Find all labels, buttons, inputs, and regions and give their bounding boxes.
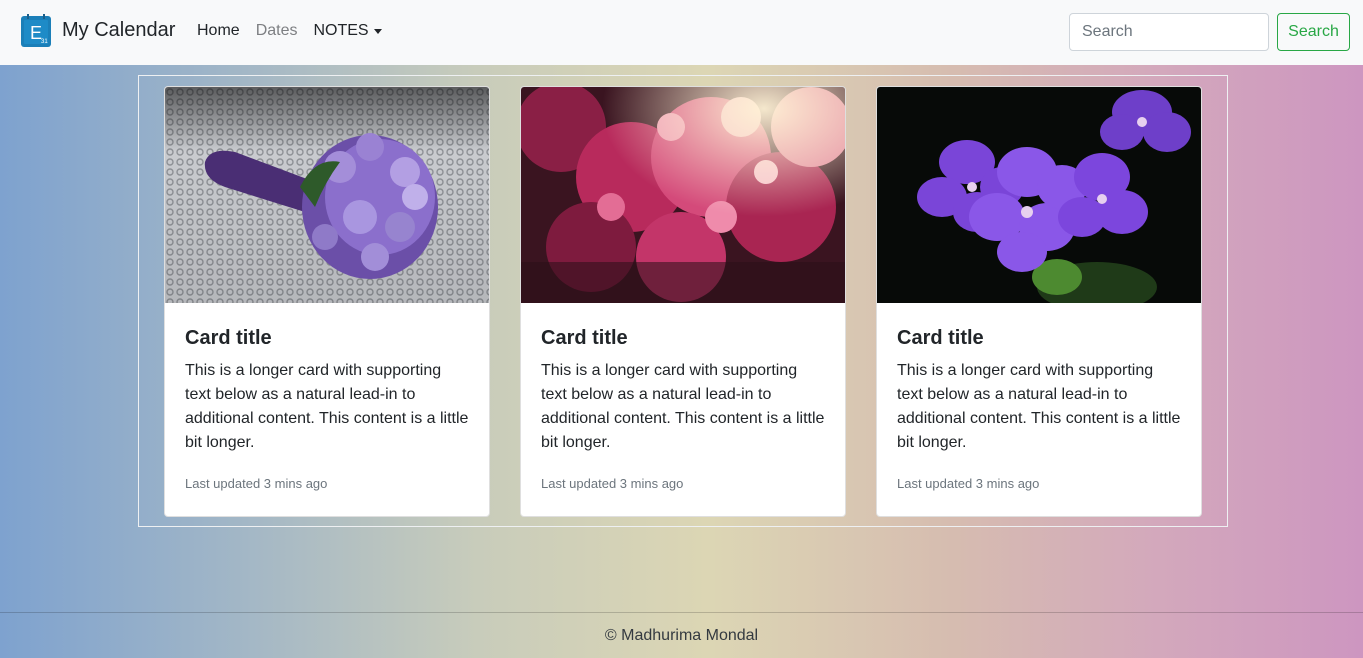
calendar-icon: E 31 <box>21 14 51 47</box>
card-title: Card title <box>185 327 272 349</box>
search-input[interactable] <box>1069 13 1269 51</box>
pink-blossoms-image <box>521 87 845 303</box>
card-text: This is a longer card with supporting te… <box>897 362 1181 451</box>
brand-title[interactable]: My Calendar <box>62 19 175 42</box>
purple-geranium-image <box>877 87 1201 303</box>
svg-text:31: 31 <box>41 39 48 45</box>
card-body: Card title This is a longer card with su… <box>877 303 1201 491</box>
card-updated-text: Last updated 3 mins ago <box>185 476 328 491</box>
card-body: Card title This is a longer card with su… <box>521 303 845 491</box>
card-text: This is a longer card with supporting te… <box>541 362 825 451</box>
nav-link-home[interactable]: Home <box>197 22 240 40</box>
brand[interactable]: E 31 My Calendar <box>21 14 175 47</box>
card-body: Card title This is a longer card with su… <box>165 303 489 491</box>
card-title: Card title <box>541 327 628 349</box>
nav-link-dates[interactable]: Dates <box>256 22 298 40</box>
card-updated-text: Last updated 3 mins ago <box>897 476 1040 491</box>
card-updated-text: Last updated 3 mins ago <box>541 476 684 491</box>
caret-down-icon <box>373 28 382 34</box>
card-text: This is a longer card with supporting te… <box>185 362 469 451</box>
card: Card title This is a longer card with su… <box>520 86 846 517</box>
nav-dropdown-notes-label: NOTES <box>313 22 369 39</box>
footer: © Madhurima Mondal <box>0 612 1363 658</box>
card: Card title This is a longer card with su… <box>876 86 1202 517</box>
card: Card title This is a longer card with su… <box>164 86 490 517</box>
nav-dropdown-notes[interactable]: NOTES <box>313 22 382 40</box>
navbar: E 31 My Calendar Home Dates NOTES Search <box>0 0 1363 65</box>
lavender-bouquet-image <box>165 87 489 303</box>
footer-copyright: © Madhurima Mondal <box>604 626 759 644</box>
search-button[interactable]: Search <box>1277 13 1350 51</box>
card-title: Card title <box>897 327 984 349</box>
nav-links: Home Dates NOTES <box>197 22 398 40</box>
